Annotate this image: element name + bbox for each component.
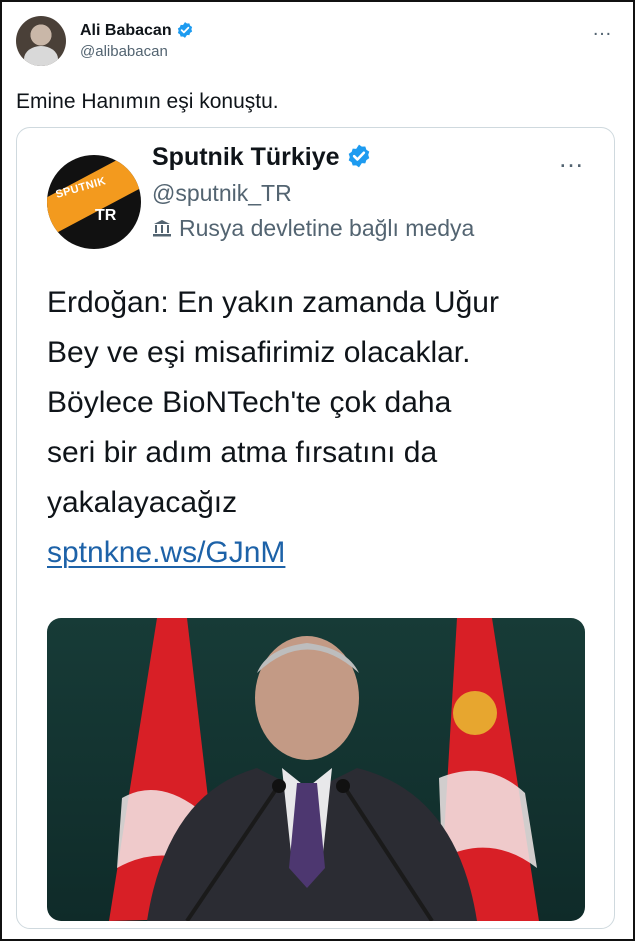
quoted-author-name[interactable]: Sputnik Türkiye: [152, 143, 340, 172]
logo-tag: TR: [95, 207, 117, 224]
state-media-label[interactable]: Rusya devletine bağlı medya: [152, 215, 474, 242]
state-media-label-text: Rusya devletine bağlı medya: [179, 215, 475, 241]
author-name[interactable]: Ali Babacan: [80, 22, 172, 40]
photo-illustration: [109, 618, 539, 921]
tweet-text: Emine Hanımın eşi konuştu.: [16, 90, 279, 113]
tweet-frame: Ali Babacan @alibabacan … Emine Hanımın …: [0, 0, 635, 941]
tweet-photo[interactable]: [47, 618, 585, 921]
quoted-author-handle[interactable]: @sputnik_TR: [152, 180, 292, 207]
more-options-icon[interactable]: …: [592, 18, 613, 41]
body-line: Erdoğan: En yakın zamanda Uğur: [47, 286, 499, 319]
quoted-more-options-icon[interactable]: …: [558, 143, 584, 174]
quoted-tweet-link[interactable]: sptnkne.ws/GJnM: [47, 536, 285, 569]
verified-badge-icon: [348, 144, 370, 168]
quoted-tweet-body: Erdoğan: En yakın zamanda Uğur Bey ve eş…: [47, 278, 577, 578]
body-line: Böylece BioNTech'te çok daha: [47, 386, 452, 419]
quoted-tweet-card[interactable]: SPUTNIK TR Sputnik Türkiye @sputnik_TR R…: [16, 127, 615, 929]
body-line: Bey ve eşi misafirimiz olacaklar.: [47, 336, 471, 369]
body-line: seri bir adım atma fırsatını da: [47, 436, 438, 469]
author-avatar[interactable]: [16, 16, 66, 66]
verified-badge-icon: [177, 22, 193, 38]
government-building-icon: [153, 220, 171, 237]
author-handle[interactable]: @alibabacan: [80, 43, 168, 60]
body-line: yakalayacağız: [47, 486, 238, 519]
sputnik-logo-avatar[interactable]: SPUTNIK TR: [47, 155, 141, 249]
avatar-figure: [24, 46, 58, 66]
